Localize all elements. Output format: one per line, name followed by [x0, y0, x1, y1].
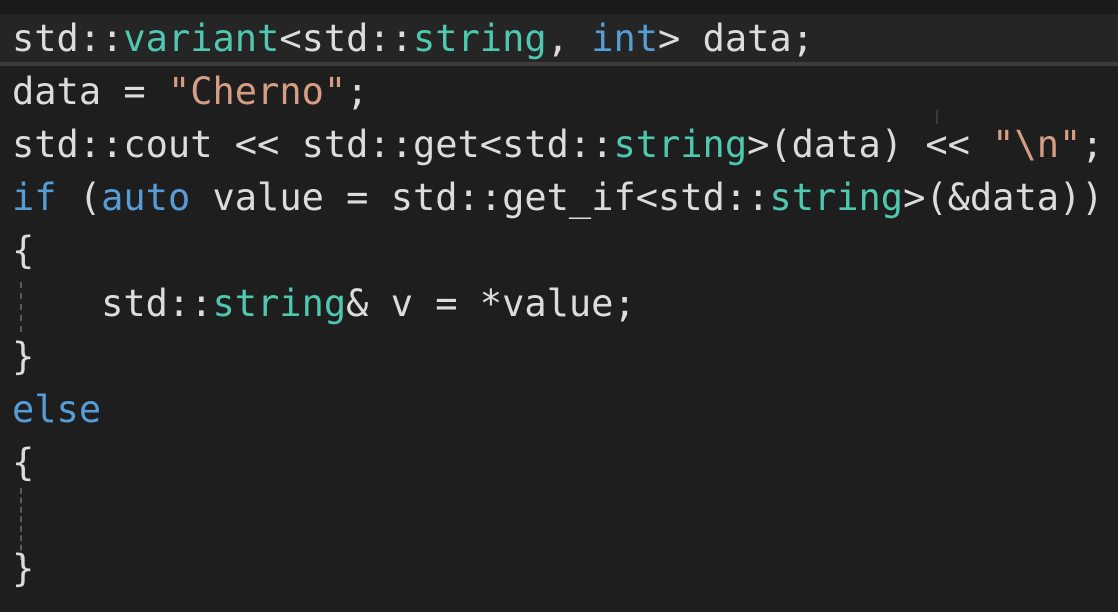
code-token-type: string: [769, 176, 904, 219]
code-token-plain: {: [12, 229, 35, 272]
code-line-5[interactable]: {: [12, 226, 1116, 279]
code-line-2[interactable]: data = "Cherno";: [12, 67, 1116, 120]
code-token-string: "\n": [992, 123, 1082, 166]
code-token-plain: data =: [12, 70, 168, 113]
code-token-plain: ,: [546, 17, 592, 60]
code-line-4[interactable]: if (auto value = std::get_if<std::string…: [12, 173, 1116, 226]
code-token-plain: ;: [1081, 123, 1104, 166]
code-editor[interactable]: std::variant<std::string, int> data; dat…: [0, 0, 1118, 612]
code-token-plain: }: [12, 335, 35, 378]
code-token-plain: & v = *value;: [346, 282, 636, 325]
code-token-keyword: int: [591, 17, 659, 60]
code-token-plain: (: [56, 176, 102, 219]
code-token-plain: }: [12, 547, 35, 590]
code-token-type: string: [613, 123, 748, 166]
code-token-type: string: [412, 17, 547, 60]
code-token-type: string: [212, 282, 347, 325]
code-token-plain: <std::: [279, 17, 413, 60]
code-token-plain: std::cout << std::get<std::: [12, 123, 614, 166]
code-lines[interactable]: std::variant<std::string, int> data; dat…: [12, 14, 1116, 597]
code-token-plain: ;: [346, 70, 369, 113]
code-token-keyword: else: [12, 388, 102, 431]
code-token-plain: >(data) <<: [747, 123, 993, 166]
code-line-7[interactable]: }: [12, 332, 1116, 385]
code-line-9[interactable]: {: [12, 438, 1116, 491]
code-token-keyword: if: [12, 176, 57, 219]
code-line-6[interactable]: std::string& v = *value;: [12, 279, 1116, 332]
code-token-plain: >(&data)): [903, 176, 1104, 219]
code-token-type: variant: [123, 17, 280, 60]
code-line-10[interactable]: [12, 491, 1116, 544]
code-token-plain: > data;: [658, 17, 814, 60]
code-token-string: "Cherno": [167, 70, 347, 113]
code-token-plain: value = std::get_if<std::: [190, 176, 770, 219]
code-token-plain: std::: [12, 282, 213, 325]
code-line-11[interactable]: }: [12, 544, 1116, 597]
code-token-plain: {: [12, 441, 35, 484]
code-line-3[interactable]: std::cout << std::get<std::string>(data)…: [12, 120, 1116, 173]
code-line-8[interactable]: else: [12, 385, 1116, 438]
code-token-plain: std::: [12, 17, 124, 60]
code-line-1[interactable]: std::variant<std::string, int> data;: [12, 14, 1116, 67]
code-token-keyword: auto: [101, 176, 191, 219]
